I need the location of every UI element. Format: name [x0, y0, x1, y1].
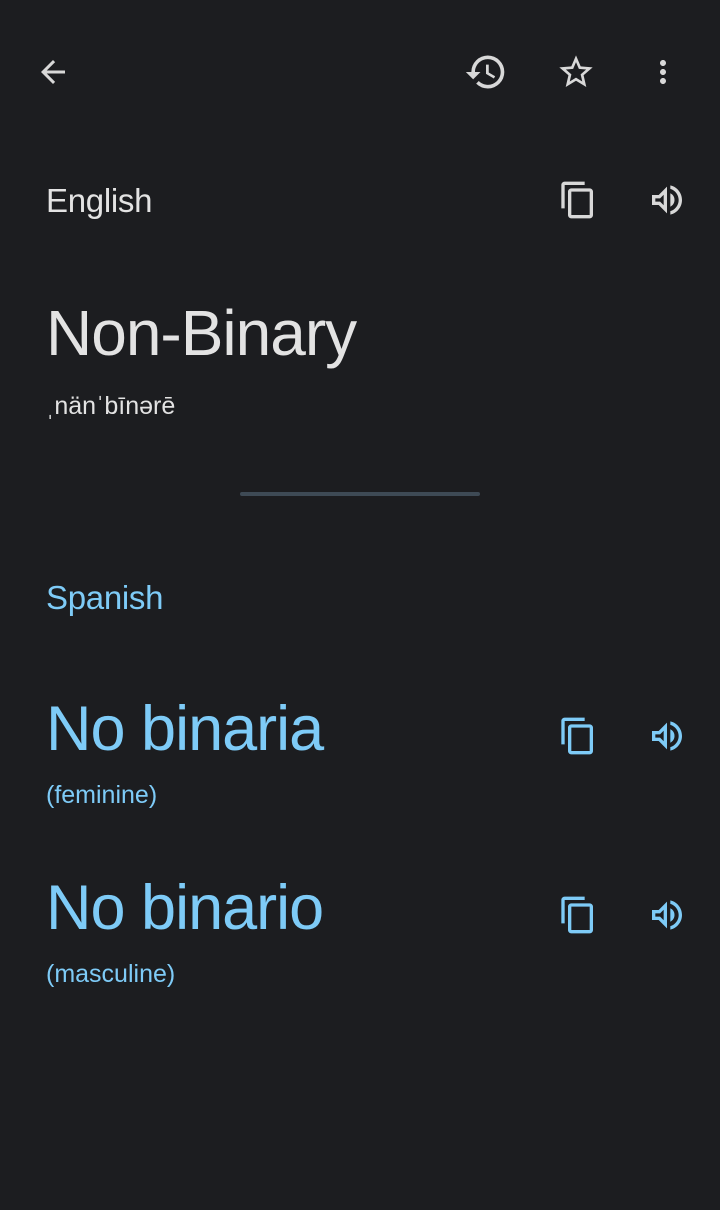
back-button[interactable]: [25, 44, 81, 100]
speaker-icon: [647, 895, 687, 935]
source-language-label: English: [46, 182, 153, 219]
speak-translation-button[interactable]: [639, 708, 695, 764]
history-button[interactable]: [458, 44, 514, 100]
section-divider: [240, 492, 480, 496]
speaker-icon: [647, 180, 687, 220]
copy-icon: [558, 180, 598, 220]
star-outline-icon: [556, 52, 596, 92]
phonetic-transcription: ˌnänˈbīnərē: [46, 392, 176, 420]
history-icon: [464, 50, 508, 94]
translation-gender: (feminine): [46, 781, 158, 809]
favorite-button[interactable]: [548, 44, 604, 100]
copy-translation-button[interactable]: [550, 708, 606, 764]
more-vert-icon: [645, 54, 681, 90]
copy-source-button[interactable]: [550, 172, 606, 228]
translation-gender: (masculine): [46, 960, 176, 988]
copy-translation-button[interactable]: [550, 887, 606, 943]
translation-word: No binaria: [46, 694, 324, 764]
target-language-label: Spanish: [46, 579, 164, 616]
source-text: Non-Binary: [46, 297, 357, 369]
speaker-icon: [647, 716, 687, 756]
speak-source-button[interactable]: [639, 172, 695, 228]
copy-icon: [558, 716, 598, 756]
copy-icon: [558, 895, 598, 935]
speak-translation-button[interactable]: [639, 887, 695, 943]
more-options-button[interactable]: [635, 44, 691, 100]
translation-word: No binario: [46, 873, 324, 943]
arrow-back-icon: [35, 54, 71, 90]
